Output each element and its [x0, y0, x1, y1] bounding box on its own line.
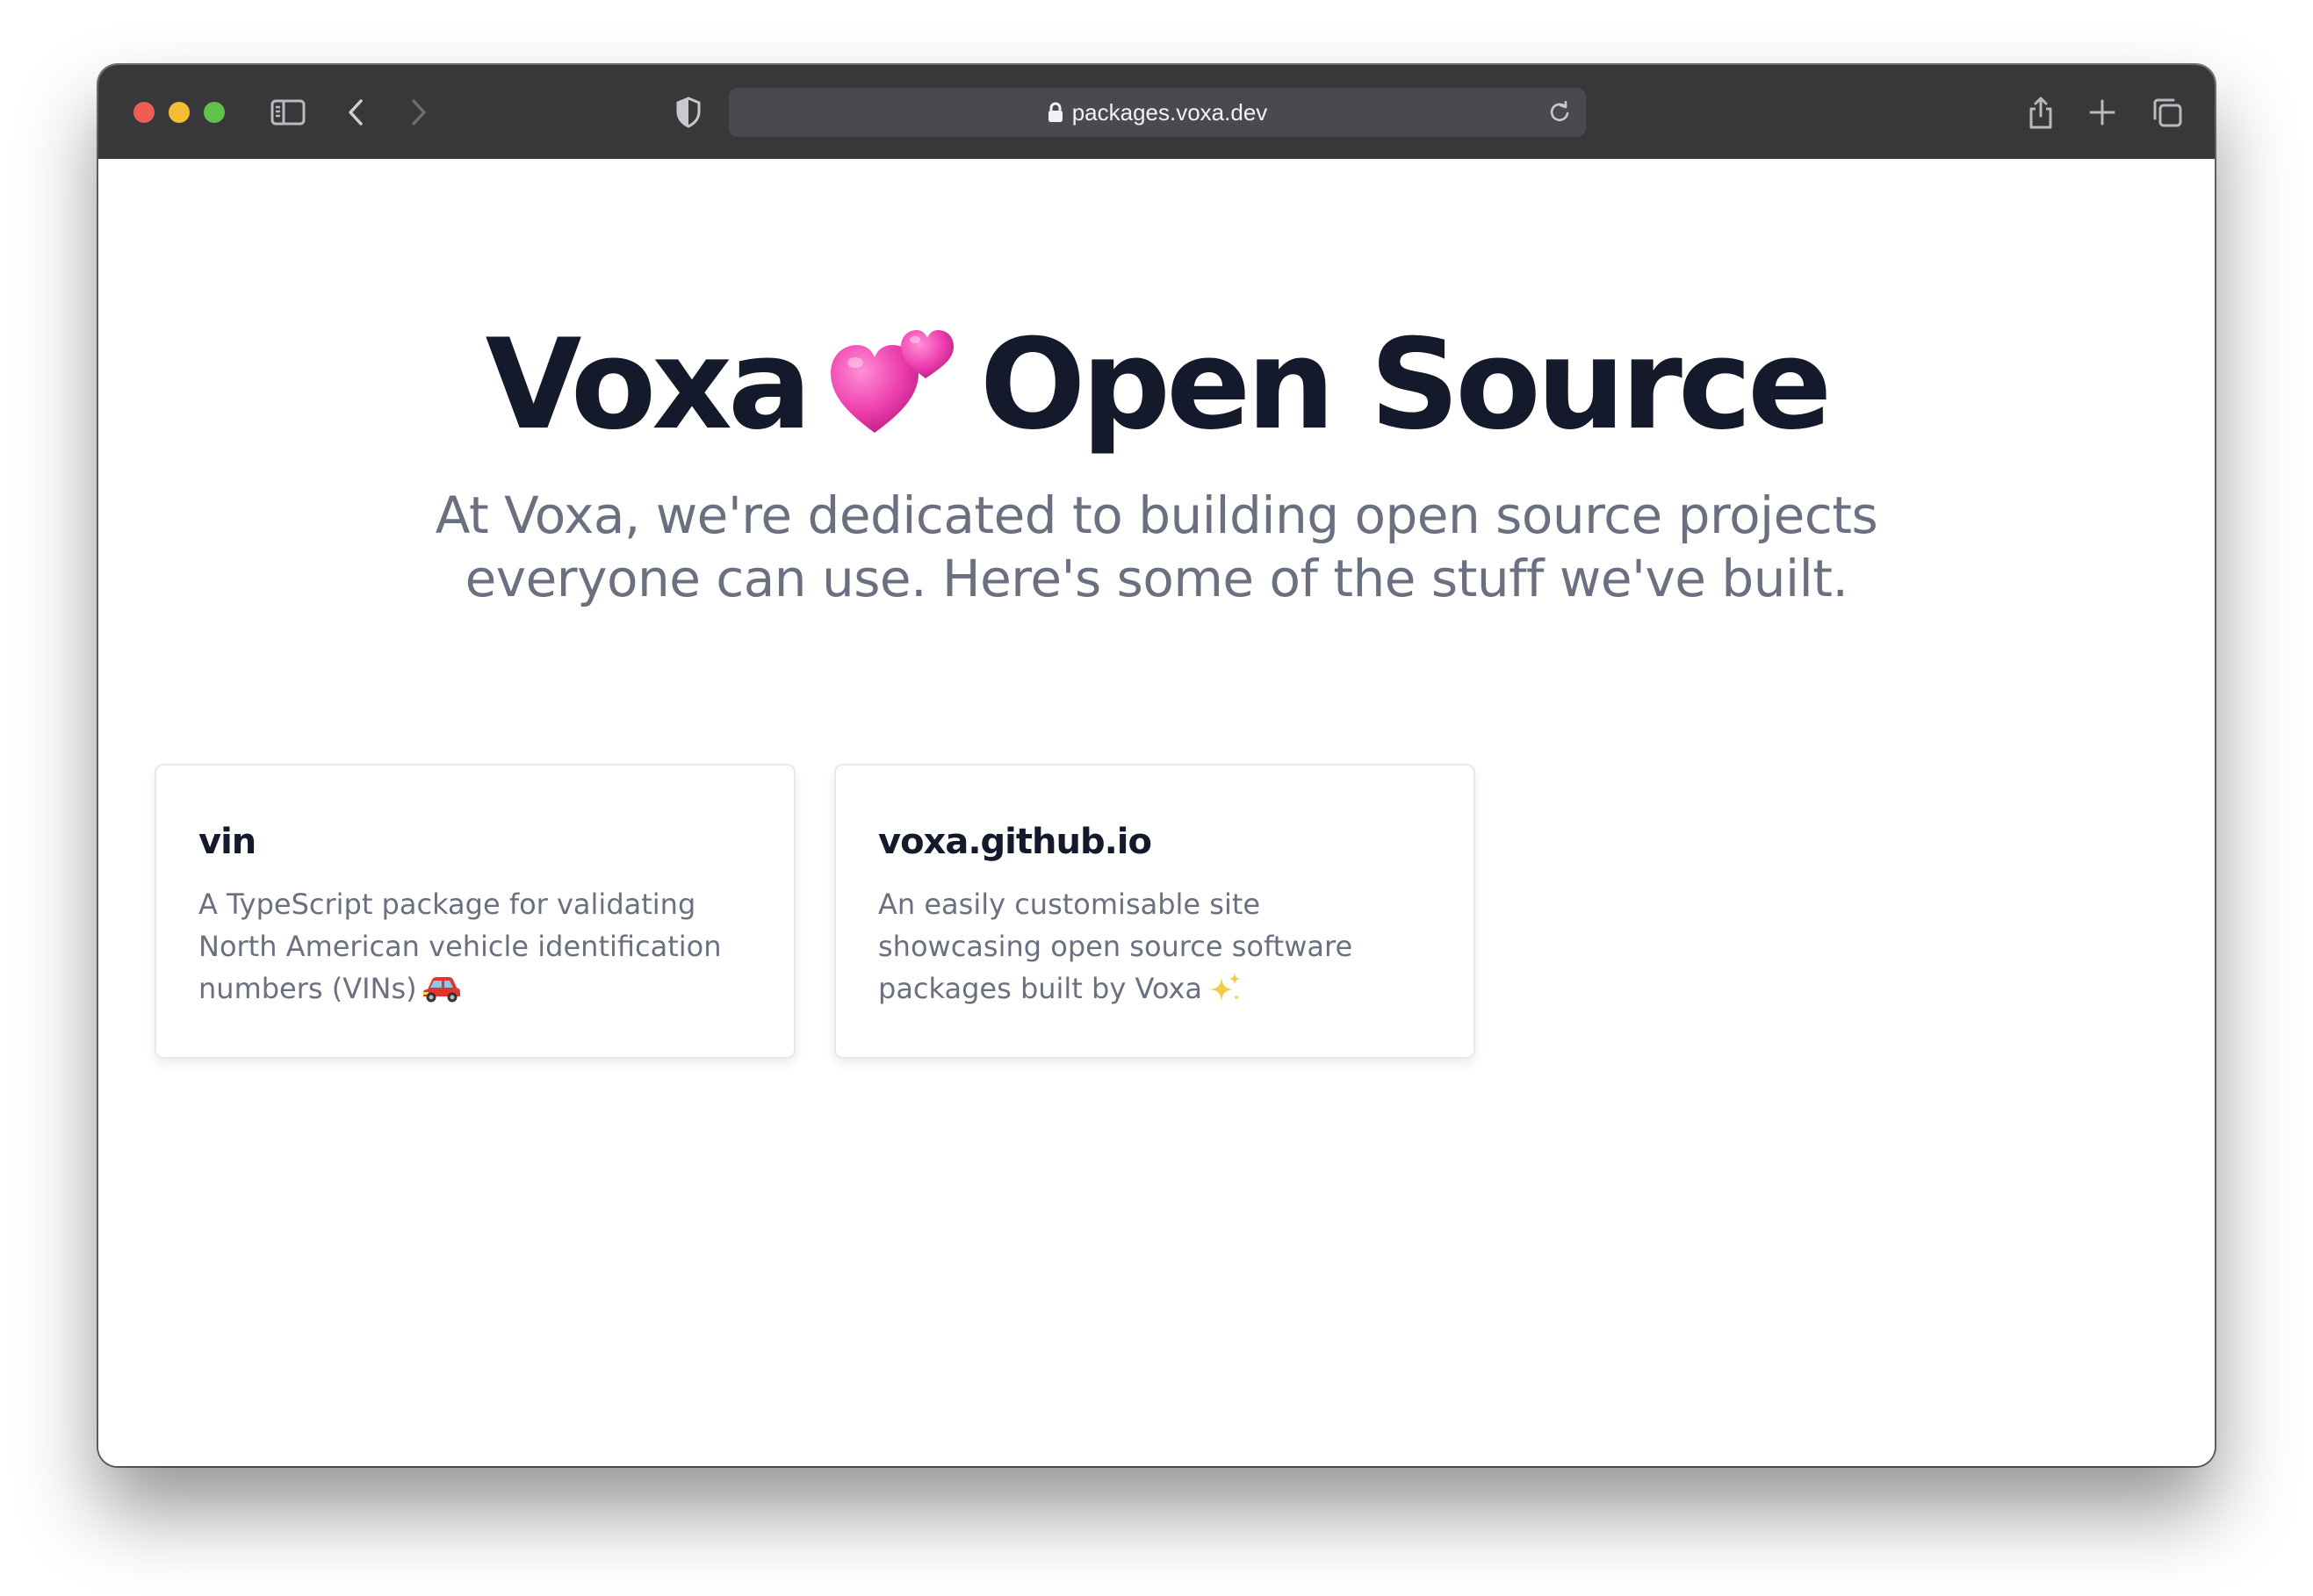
share-icon[interactable] — [2018, 90, 2064, 135]
car-icon — [422, 973, 461, 1015]
tab-overview-icon[interactable] — [2144, 90, 2190, 135]
browser-window: packages.voxa.dev Voxa Open Source At Vo… — [98, 65, 2215, 1466]
zoom-window-button[interactable] — [204, 102, 225, 123]
reload-icon[interactable] — [1546, 98, 1574, 126]
lock-icon — [1048, 102, 1063, 123]
sparkles-icon — [1207, 972, 1243, 1015]
page-subtitle: At Voxa, we're dedicated to building ope… — [435, 485, 1878, 608]
project-description: An easily customisable site showcasing o… — [878, 883, 1431, 1015]
project-name: vin — [198, 822, 256, 862]
forward-button[interactable] — [395, 90, 441, 135]
browser-toolbar: packages.voxa.dev — [98, 65, 2215, 159]
chevron-right-icon — [412, 99, 426, 126]
url-text: packages.voxa.dev — [1071, 98, 1268, 126]
two-hearts-icon — [830, 317, 954, 460]
close-window-button[interactable] — [133, 102, 155, 123]
page-content: Voxa Open Source At Voxa, we're dedicate… — [98, 159, 2215, 1466]
chevron-left-icon — [349, 99, 363, 126]
project-card-voxa-github-io[interactable]: voxa.github.io An easily customisable si… — [834, 764, 1475, 1059]
sidebar-toggle-icon[interactable] — [265, 90, 311, 135]
plus-icon[interactable] — [2079, 90, 2125, 135]
back-button[interactable] — [334, 90, 379, 135]
title-brand: Voxa — [485, 313, 812, 457]
project-description: A TypeScript package for validating Nort… — [198, 883, 752, 1015]
address-bar[interactable]: packages.voxa.dev — [729, 88, 1586, 137]
minimize-window-button[interactable] — [169, 102, 190, 123]
project-name: voxa.github.io — [878, 822, 1152, 862]
shield-icon[interactable] — [666, 90, 711, 135]
page-title: Voxa Open Source — [98, 317, 2215, 460]
title-suffix: Open Source — [979, 313, 1833, 457]
project-card-vin[interactable]: vin A TypeScript package for validating … — [155, 764, 796, 1059]
